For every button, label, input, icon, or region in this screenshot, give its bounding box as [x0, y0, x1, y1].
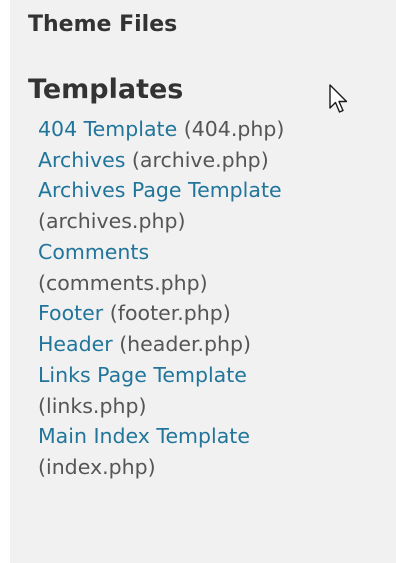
- template-file-link[interactable]: Main Index Template: [38, 424, 250, 448]
- theme-files-heading: Theme Files: [28, 12, 178, 37]
- template-file-link[interactable]: Archives Page Template: [38, 178, 282, 202]
- screenshot-frame: Theme Files Templates 404 Template (404.…: [0, 0, 396, 563]
- template-file-item: Archives (archive.php): [38, 145, 358, 176]
- template-file-link[interactable]: Comments: [38, 240, 149, 264]
- template-file-item: 404 Template (404.php): [38, 114, 358, 145]
- template-file-name: (404.php): [183, 116, 285, 141]
- template-file-item: Footer (footer.php): [38, 298, 358, 329]
- template-file-name: (footer.php): [109, 301, 231, 326]
- template-file-name: (comments.php): [38, 270, 208, 295]
- template-file-item: Main Index Template (index.php): [38, 421, 358, 483]
- template-file-name: (archives.php): [38, 209, 186, 234]
- template-file-item: Archives Page Template (archives.php): [38, 175, 358, 237]
- template-file-name: (index.php): [38, 455, 156, 480]
- template-file-link[interactable]: Footer: [38, 301, 103, 325]
- template-file-list: 404 Template (404.php) Archives (archive.…: [38, 114, 358, 483]
- template-file-name: (archive.php): [131, 147, 269, 172]
- template-file-link[interactable]: 404 Template: [38, 117, 177, 141]
- template-file-link[interactable]: Archives: [38, 148, 125, 172]
- template-file-item: Links Page Template (links.php): [38, 360, 358, 422]
- template-file-item: Comments (comments.php): [38, 237, 358, 299]
- template-file-link[interactable]: Links Page Template: [38, 363, 247, 387]
- template-file-link[interactable]: Header: [38, 332, 113, 356]
- template-file-name: (links.php): [38, 393, 147, 418]
- template-file-name: (header.php): [119, 332, 252, 357]
- mouse-pointer-icon: [329, 84, 348, 113]
- template-file-item: Header (header.php): [38, 329, 358, 360]
